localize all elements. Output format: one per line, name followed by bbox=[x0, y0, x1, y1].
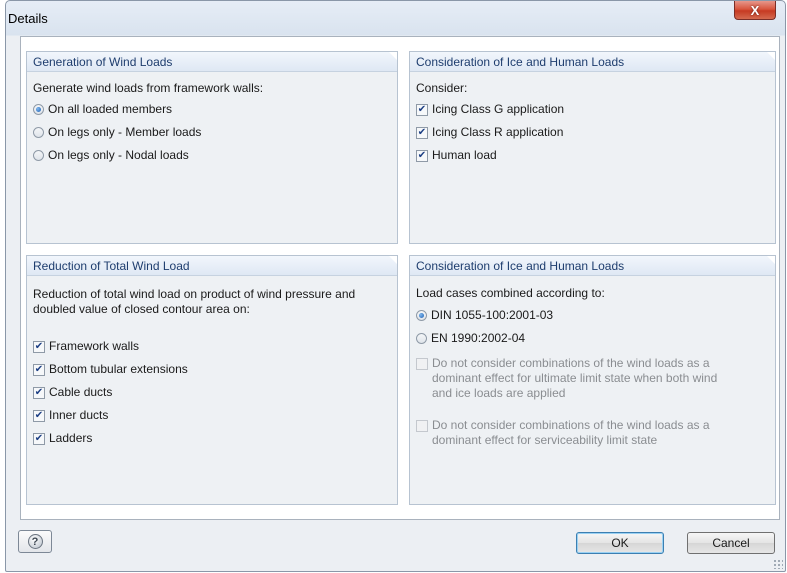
cancel-button[interactable]: Cancel bbox=[687, 532, 775, 554]
checkbox-checked-icon[interactable]: ✔ bbox=[416, 149, 428, 162]
checkbox-icing-class-g[interactable]: ✔ Icing Class G application bbox=[416, 98, 769, 121]
close-button[interactable]: X bbox=[734, 1, 776, 20]
radio-label: EN 1990:2002-04 bbox=[431, 331, 526, 345]
radio-din-1055[interactable]: DIN 1055-100:2001-03 bbox=[416, 304, 769, 327]
panel-header: Consideration of Ice and Human Loads bbox=[410, 52, 775, 72]
checkbox-label: Cable ducts bbox=[49, 385, 113, 399]
checkbox-label-line: dominant effect for ultimate limit state… bbox=[432, 371, 718, 385]
radio-selected-icon[interactable] bbox=[33, 104, 44, 115]
checkbox-checked-icon[interactable]: ✔ bbox=[33, 340, 45, 353]
panel-header: Generation of Wind Loads bbox=[27, 52, 397, 72]
reduction-prompt-line1: Reduction of total wind load on product … bbox=[33, 287, 356, 301]
checkbox-label: Inner ducts bbox=[49, 408, 109, 422]
checkbox-uls-wind-dominant[interactable]: Do not consider combinations of the wind… bbox=[416, 356, 769, 401]
dialog-title: Details bbox=[8, 11, 48, 26]
help-button[interactable]: ? bbox=[18, 530, 52, 553]
checkbox-ladders[interactable]: ✔ Ladders bbox=[33, 427, 391, 450]
ice-human-loads-panel: Consideration of Ice and Human Loads Con… bbox=[409, 51, 776, 244]
combination-prompt: Load cases combined according to: bbox=[416, 285, 605, 300]
close-icon: X bbox=[750, 2, 760, 18]
radio-label: On all loaded members bbox=[48, 102, 173, 116]
checkbox-disabled-icon[interactable] bbox=[416, 420, 428, 432]
checkbox-label: Ladders bbox=[49, 431, 93, 445]
panel-header: Consideration of Ice and Human Loads bbox=[410, 256, 775, 276]
details-dialog: Details X Generation of Wind Loads Gener… bbox=[5, 0, 786, 572]
radio-legs-member-loads[interactable]: On legs only - Member loads bbox=[33, 121, 391, 144]
radio-label: DIN 1055-100:2001-03 bbox=[431, 308, 554, 322]
checkbox-human-load[interactable]: ✔ Human load bbox=[416, 144, 769, 167]
ok-button[interactable]: OK bbox=[576, 532, 664, 554]
title-bar[interactable]: Details X bbox=[6, 1, 785, 35]
checkbox-checked-icon[interactable]: ✔ bbox=[33, 363, 45, 376]
checkbox-label-line: Do not consider combinations of the wind… bbox=[432, 356, 710, 370]
radio-selected-icon[interactable] bbox=[416, 310, 427, 321]
checkbox-sls-wind-dominant[interactable]: Do not consider combinations of the wind… bbox=[416, 418, 769, 448]
checkbox-cable-ducts[interactable]: ✔ Cable ducts bbox=[33, 381, 391, 404]
checkbox-framework-walls[interactable]: ✔ Framework walls bbox=[33, 335, 391, 358]
wind-generation-prompt: Generate wind loads from framework walls… bbox=[33, 80, 264, 95]
ice-human-prompt: Consider: bbox=[416, 80, 468, 95]
resize-grip[interactable] bbox=[773, 559, 783, 569]
checkbox-checked-icon[interactable]: ✔ bbox=[416, 103, 428, 116]
reduction-prompt-line2: doubled value of closed contour area on: bbox=[33, 302, 250, 316]
checkbox-label: Human load bbox=[432, 148, 497, 162]
radio-label: On legs only - Nodal loads bbox=[48, 148, 189, 162]
checkbox-checked-icon[interactable]: ✔ bbox=[416, 126, 428, 139]
wind-reduction-panel: Reduction of Total Wind Load Reduction o… bbox=[26, 255, 398, 505]
radio-icon[interactable] bbox=[33, 127, 44, 138]
help-icon: ? bbox=[27, 534, 43, 549]
checkbox-label-line: and ice loads are applied bbox=[432, 386, 566, 400]
checkbox-label: Bottom tubular extensions bbox=[49, 362, 188, 376]
checkbox-checked-icon[interactable]: ✔ bbox=[33, 409, 45, 422]
checkbox-checked-icon[interactable]: ✔ bbox=[33, 386, 45, 399]
wind-generation-panel: Generation of Wind Loads Generate wind l… bbox=[26, 51, 398, 244]
load-combination-panel: Consideration of Ice and Human Loads Loa… bbox=[409, 255, 776, 505]
radio-legs-nodal-loads[interactable]: On legs only - Nodal loads bbox=[33, 144, 391, 167]
checkbox-label: Icing Class R application bbox=[432, 125, 564, 139]
checkbox-checked-icon[interactable]: ✔ bbox=[33, 432, 45, 445]
radio-icon[interactable] bbox=[416, 333, 427, 344]
radio-icon[interactable] bbox=[33, 150, 44, 161]
checkbox-label: Framework walls bbox=[49, 339, 140, 353]
checkbox-label-line: dominant effect for serviceability limit… bbox=[432, 433, 658, 447]
radio-en-1990[interactable]: EN 1990:2002-04 bbox=[416, 327, 769, 350]
radio-all-loaded-members[interactable]: On all loaded members bbox=[33, 98, 391, 121]
panel-header: Reduction of Total Wind Load bbox=[27, 256, 397, 276]
checkbox-label-line: Do not consider combinations of the wind… bbox=[432, 418, 710, 432]
checkbox-label: Icing Class G application bbox=[432, 102, 565, 116]
radio-label: On legs only - Member loads bbox=[48, 125, 202, 139]
checkbox-bottom-tubular-extensions[interactable]: ✔ Bottom tubular extensions bbox=[33, 358, 391, 381]
checkbox-inner-ducts[interactable]: ✔ Inner ducts bbox=[33, 404, 391, 427]
checkbox-disabled-icon[interactable] bbox=[416, 358, 428, 370]
checkbox-icing-class-r[interactable]: ✔ Icing Class R application bbox=[416, 121, 769, 144]
dialog-content: Generation of Wind Loads Generate wind l… bbox=[20, 36, 780, 520]
